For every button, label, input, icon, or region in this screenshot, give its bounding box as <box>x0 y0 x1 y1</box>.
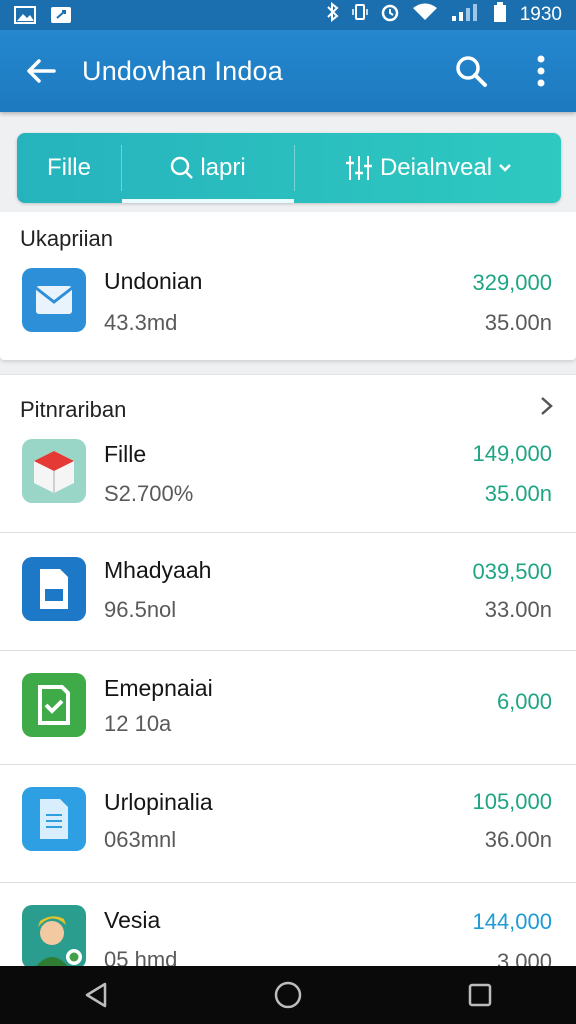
page-title: Undovhan Indoa <box>82 55 283 86</box>
list-item-icon-box <box>22 557 86 621</box>
list-item-icon-box <box>22 905 86 969</box>
app-icon <box>50 6 72 24</box>
list-item[interactable]: Urlopinalia 063mnl 105,000 36.00n <box>0 765 576 883</box>
list-item-sub: 12 10a <box>104 711 172 736</box>
section-card-1: Ukapriian Undonian 43.3md 329,000 35.00n <box>0 212 576 360</box>
list-item-amount: 105,000 <box>472 789 552 814</box>
list-item-icon-box <box>22 673 86 737</box>
mail-icon <box>22 268 86 332</box>
wifi-icon <box>412 2 438 28</box>
list-item[interactable]: Vesia 05 hmd 144,000 3.000 <box>0 883 576 975</box>
status-time: 1930 <box>519 4 562 25</box>
document-icon <box>22 557 86 621</box>
list-item-amount: 6,000 <box>496 689 552 714</box>
chevron-right-icon <box>541 397 553 415</box>
section-expand-button[interactable] <box>540 395 554 422</box>
list-item-icon-box <box>22 268 86 332</box>
list-item-secondary: 35.00n <box>484 481 552 506</box>
avatar-icon <box>22 905 86 969</box>
section-title: Ukapriian <box>20 226 113 251</box>
tab-file-label: Fille <box>46 154 91 181</box>
list-item[interactable]: Emepnaiai 12 10a 6,000 <box>0 651 576 765</box>
list-item[interactable]: Undonian 43.3md 329,000 35.00n <box>0 260 576 356</box>
back-button[interactable] <box>0 30 82 112</box>
tab-search[interactable]: lapri <box>122 133 294 203</box>
back-arrow-icon <box>27 59 56 83</box>
list-item-icon-box <box>22 439 86 503</box>
list-item-icon-box <box>22 787 86 851</box>
tab-filter-label: Deialnveal <box>379 154 493 181</box>
vibrate-icon <box>351 2 368 28</box>
chevron-down-icon <box>499 164 511 172</box>
section-title: Pitnrariban <box>20 397 127 422</box>
tab-search-label: lapri <box>200 154 246 181</box>
search-button[interactable] <box>436 30 506 112</box>
list-item-name: Urlopinalia <box>104 789 213 815</box>
nav-back-icon <box>85 982 107 1008</box>
box-icon <box>22 439 86 503</box>
search-icon <box>456 56 487 87</box>
file-icon <box>22 787 86 851</box>
list-item-amount: 329,000 <box>472 270 552 295</box>
screen: 1930 Undovhan Indoa Fille lapri Deialnve… <box>0 0 576 1024</box>
check-document-icon <box>22 673 86 737</box>
list-item-sub: 96.5nol <box>104 597 177 622</box>
list-item-secondary: 35.00n <box>484 310 552 335</box>
list-item-secondary: 36.00n <box>484 827 552 852</box>
tab-file[interactable]: Fille <box>17 133 121 203</box>
bluetooth-icon <box>326 1 340 28</box>
system-nav-bar <box>0 966 576 1024</box>
list-item-sub: 43.3md <box>104 310 178 335</box>
status-bar: 1930 <box>0 0 576 30</box>
battery-icon <box>492 1 508 29</box>
tab-bar: Fille lapri Deialnveal <box>17 133 561 203</box>
image-icon <box>14 6 36 24</box>
nav-home-button[interactable] <box>243 966 333 1024</box>
list-item-name: Mhadyaah <box>104 557 212 583</box>
list-item[interactable]: Fille S2.700% 149,000 35.00n <box>0 425 576 533</box>
list-item-amount: 039,500 <box>472 559 552 584</box>
app-bar: Undovhan Indoa <box>0 30 576 112</box>
list-item-amount: 144,000 <box>472 909 552 934</box>
list-item-secondary: 33.00n <box>484 597 552 622</box>
nav-recents-button[interactable] <box>435 966 525 1024</box>
filter-icon <box>345 156 372 180</box>
list-item-name: Fille <box>104 441 147 467</box>
search-icon <box>171 156 194 179</box>
alarm-icon <box>380 2 400 28</box>
list-item-name: Vesia <box>104 907 161 933</box>
tab-filter[interactable]: Deialnveal <box>295 133 561 203</box>
list-item-name: Emepnaiai <box>104 675 213 701</box>
nav-recents-icon <box>468 983 492 1007</box>
nav-back-button[interactable] <box>51 966 141 1024</box>
more-button[interactable] <box>506 30 576 112</box>
nav-home-icon <box>274 981 302 1009</box>
list-item[interactable]: Mhadyaah 96.5nol 039,500 33.00n <box>0 533 576 651</box>
list-item-sub: S2.700% <box>104 481 194 506</box>
list-item-name: Undonian <box>104 268 203 294</box>
signal-icon <box>450 2 480 28</box>
list-item-amount: 149,000 <box>472 441 552 466</box>
list-item-sub: 063mnl <box>104 827 177 852</box>
more-vert-icon <box>537 55 545 87</box>
section-card-2: Pitnrariban Fille S2.700% 149,000 35.00n… <box>0 374 576 974</box>
